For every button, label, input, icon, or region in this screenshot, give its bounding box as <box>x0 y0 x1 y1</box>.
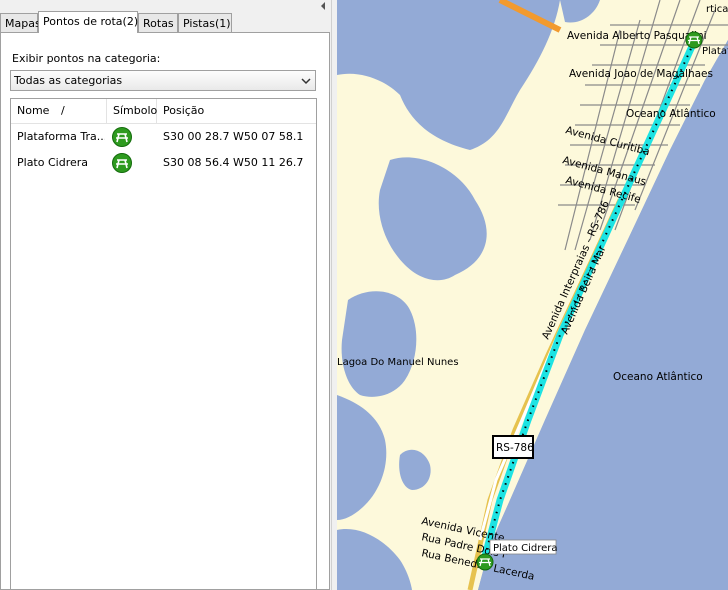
table-header: Nome / Símbolo Posição <box>11 99 316 124</box>
tab-mapas[interactable]: Mapas <box>0 13 41 32</box>
picnic-icon <box>112 127 132 147</box>
road-shield: RS-786 <box>492 435 534 459</box>
chevron-down-icon <box>301 78 311 85</box>
tab-bar: Mapas Pontos de rota(2) Rotas Pistas(1) <box>0 11 331 33</box>
tab-pontos-de-rota[interactable]: Pontos de rota(2) <box>38 11 138 33</box>
waypoint-position: S30 00 28.7 W50 07 58.1 <box>163 130 304 143</box>
map-label: Oceano Atlântico <box>613 371 703 383</box>
table-row[interactable]: Plato Cidrera S30 08 56.4 W50 11 26.7 <box>11 150 316 176</box>
map-label: Oceano Atlântico <box>626 108 716 120</box>
picnic-icon <box>112 153 132 173</box>
column-header-symbol[interactable]: Símbolo <box>107 99 157 123</box>
map-label: Plataf <box>702 46 728 57</box>
waypoint-tag: Plato Cidrera <box>489 539 558 555</box>
panel-scroll-left-button[interactable] <box>317 0 331 12</box>
chevron-left-icon <box>321 2 325 10</box>
category-select[interactable]: Todas as categorias <box>10 70 316 91</box>
picnic-icon[interactable] <box>685 31 703 49</box>
picnic-icon[interactable] <box>476 553 494 571</box>
left-panel: Mapas Pontos de rota(2) Rotas Pistas(1) … <box>0 0 331 590</box>
category-label: Exibir pontos na categoria: <box>12 52 161 65</box>
tab-pistas[interactable]: Pistas(1) <box>178 13 232 32</box>
waypoint-tag-label: Plato Cidrera <box>493 543 558 554</box>
map-view[interactable]: rtica Avenida Alberto Pasqualini Plataf … <box>337 0 728 590</box>
waypoint-name: Plato Cidrera <box>17 156 89 169</box>
column-header-name[interactable]: Nome / <box>11 99 107 123</box>
map-label: rtica <box>706 4 728 15</box>
column-header-name-label: Nome <box>17 104 50 117</box>
map-label: Lagoa Do Manuel Nunes <box>337 357 459 368</box>
waypoints-table: Nome / Símbolo Posição Plataforma Tra...… <box>10 98 317 590</box>
map-label: Avenida Joao de Magalhaes <box>569 68 713 80</box>
road-shield-label: RS-786 <box>496 442 534 454</box>
sort-indicator: / <box>61 104 65 117</box>
waypoint-name: Plataforma Tra... <box>17 130 105 143</box>
table-row[interactable]: Plataforma Tra... S30 00 28.7 W50 07 58.… <box>11 124 316 150</box>
category-select-value: Todas as categorias <box>14 74 123 87</box>
waypoint-position: S30 08 56.4 W50 11 26.7 <box>163 156 304 169</box>
tab-rotas[interactable]: Rotas <box>138 13 178 32</box>
map-canvas[interactable]: rtica Avenida Alberto Pasqualini Plataf … <box>337 0 728 590</box>
column-header-position[interactable]: Posição <box>157 99 316 123</box>
